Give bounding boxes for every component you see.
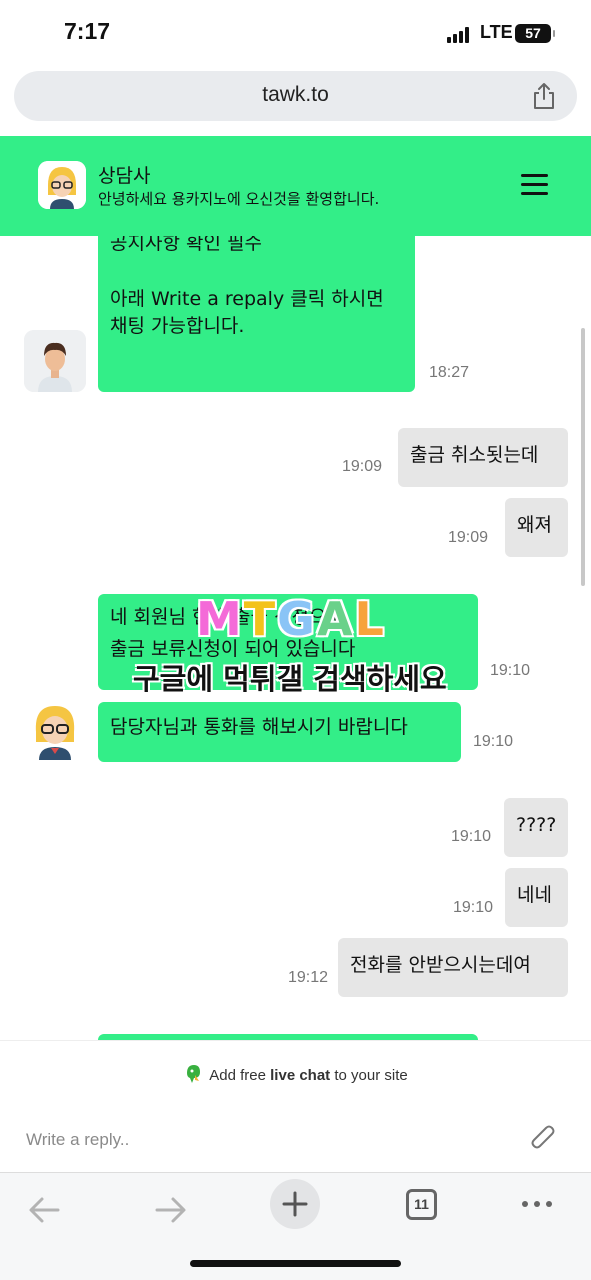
powered-text: to your site	[330, 1067, 408, 1084]
message-line: 아래 Write a repaly 클릭 하시면	[110, 287, 384, 310]
agent-avatar-male	[24, 330, 86, 392]
message-time: 19:12	[288, 969, 329, 986]
watermark-text: 구글에 먹튀갤 검색하세요	[133, 662, 447, 696]
new-tab-button[interactable]	[270, 1179, 320, 1229]
message-time: 18:27	[429, 364, 470, 381]
powered-by-link[interactable]: Add free live chat to your site	[0, 1063, 591, 1085]
share-icon[interactable]	[531, 82, 557, 110]
chat-messages[interactable]: 공지사항 확인 필수 아래 Write a repaly 클릭 하시면 채팅 가…	[0, 236, 591, 1040]
signal-icon	[447, 27, 471, 43]
user-message: 왜져	[505, 498, 568, 557]
message-time: 19:10	[490, 662, 531, 679]
reply-input[interactable]	[26, 1125, 506, 1155]
watermark-logo: MTGAL	[196, 592, 386, 646]
agent-name: 상담사	[98, 165, 151, 187]
forward-arrow-icon[interactable]	[145, 1185, 195, 1235]
user-message: ????	[504, 798, 568, 857]
battery-icon: 57	[515, 24, 555, 43]
chat-header: 상담사 안녕하세요 용카지노에 오신것을 환영합니다.	[0, 136, 591, 236]
message-time: 19:10	[473, 733, 514, 750]
status-time: 7:17	[64, 18, 111, 44]
user-message: 출금 취소됫는데	[398, 428, 568, 487]
more-icon[interactable]	[512, 1185, 562, 1235]
chat-footer: Add free live chat to your site	[0, 1040, 591, 1170]
tawk-logo-icon	[187, 1065, 201, 1083]
tabs-button[interactable]: 11	[406, 1189, 437, 1220]
message-time: 19:09	[342, 458, 383, 475]
home-indicator[interactable]	[190, 1260, 401, 1267]
user-message: 네네	[505, 868, 568, 927]
message-line: 공지사항 확인 필수	[110, 236, 262, 254]
message-line-blank	[110, 258, 403, 286]
powered-text: Add free	[209, 1067, 271, 1084]
powered-bold-text: live chat	[270, 1067, 331, 1084]
back-arrow-icon[interactable]	[20, 1185, 70, 1235]
message-time: 19:10	[451, 828, 492, 845]
welcome-message: 안녕하세요 용카지노에 오신것을 환영합니다.	[98, 190, 380, 208]
status-bar: 7:17 LTE 57	[0, 0, 591, 66]
agent-avatar	[38, 161, 86, 209]
network-label: LTE	[480, 22, 513, 42]
agent-avatar-female	[24, 698, 86, 760]
address-bar[interactable]: tawk.to	[14, 71, 577, 121]
agent-message: 공지사항 확인 필수 아래 Write a repaly 클릭 하시면 채팅 가…	[98, 236, 415, 392]
menu-icon[interactable]	[521, 174, 548, 196]
message-time: 19:09	[448, 529, 489, 546]
user-message: 전화를 안받으시는데여	[338, 938, 568, 997]
url-text[interactable]: tawk.to	[14, 83, 577, 107]
agent-message: 담당자님과 통화를 해보시기 바랍니다	[98, 702, 461, 762]
chat-scrollbar[interactable]	[581, 328, 585, 586]
message-time: 19:10	[453, 899, 494, 916]
plus-icon	[282, 1191, 308, 1217]
attachment-icon[interactable]	[529, 1123, 559, 1155]
message-line: 채팅 가능합니다.	[110, 315, 245, 338]
